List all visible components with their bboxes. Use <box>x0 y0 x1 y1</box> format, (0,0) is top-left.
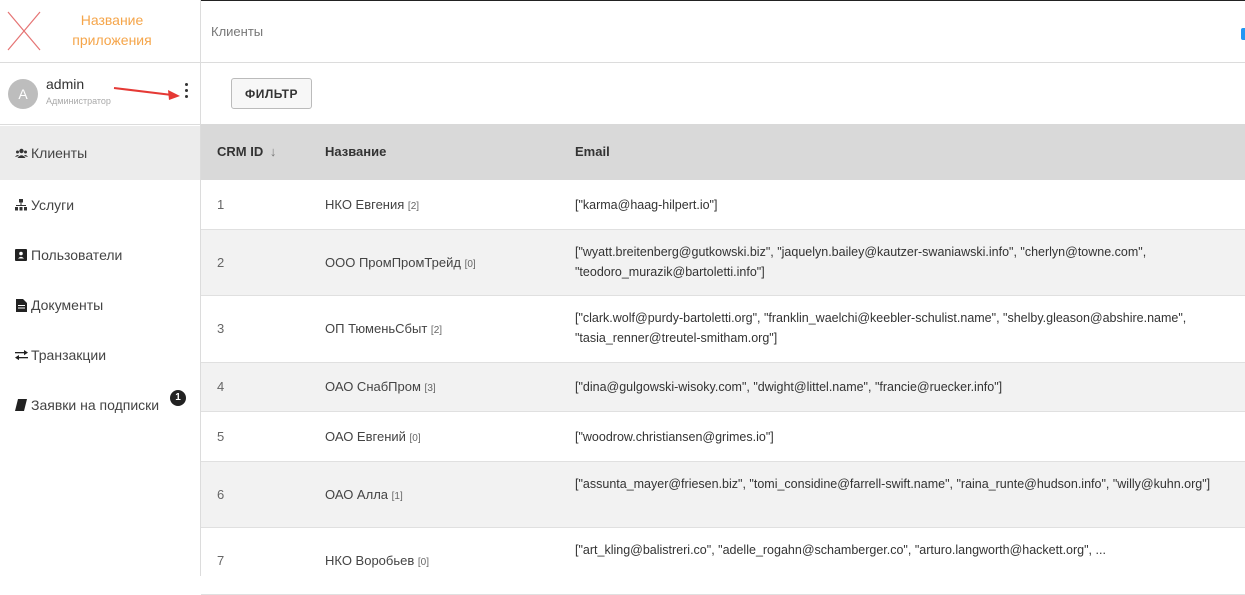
red-arrow-annotation <box>113 87 180 100</box>
filter-button[interactable]: ФИЛЬТР <box>231 78 312 109</box>
app-title: Название приложения <box>52 10 172 50</box>
client-count: [2] <box>430 325 443 336</box>
table-row[interactable]: 2 ООО ПромПромТрейд [0] ["wyatt.breitenb… <box>201 230 1245 296</box>
column-header-label: CRM ID <box>217 144 264 159</box>
sidebar-item-label: Транзакции <box>31 347 107 363</box>
app-title-line1: Название <box>80 12 144 28</box>
page-title: Клиенты <box>211 24 264 39</box>
sidebar-nav: Клиенты Услуги Пользователи Документы Тр… <box>0 126 200 430</box>
client-count: [0] <box>464 259 476 270</box>
cell-email: ["wyatt.breitenberg@gutkowski.biz", "jaq… <box>575 245 1147 279</box>
user-role: Администратор <box>46 96 111 106</box>
cell-email: ["karma@haag-hilpert.io"] <box>575 198 718 212</box>
sidebar-item-label: Пользователи <box>31 247 123 263</box>
table-header: CRM ID ↓ Название Email <box>201 124 1245 180</box>
file-icon <box>14 298 28 312</box>
cell-email: ["dina@gulgowski-wisoky.com", "dwight@li… <box>575 380 1003 394</box>
user-panel: A admin Администратор <box>0 62 200 125</box>
sidebar-item-clients[interactable]: Клиенты <box>0 126 200 180</box>
sidebar-item-label: Документы <box>31 297 104 313</box>
clients-table: CRM ID ↓ Название Email 1 НКО Евгения [2… <box>201 124 1245 595</box>
cell-name[interactable]: ОАО Евгений [0] <box>325 429 421 444</box>
book-icon <box>14 398 28 412</box>
client-count: [0] <box>417 557 430 568</box>
table-row[interactable]: 6 ОАО Алла [1] ["assunta_mayer@friesen.b… <box>201 462 1245 528</box>
users-icon <box>14 146 28 160</box>
cell-name[interactable]: НКО Воробьев [0] <box>325 553 429 568</box>
cell-crm-id: 6 <box>217 487 225 502</box>
app-logo[interactable]: Название приложения <box>0 0 200 63</box>
client-count: [1] <box>391 491 403 502</box>
table-row[interactable]: 5 ОАО Евгений [0] ["woodrow.christiansen… <box>201 412 1245 462</box>
column-header-crm-id[interactable]: CRM ID ↓ <box>217 144 276 159</box>
sidebar-item-transactions[interactable]: Транзакции <box>0 330 200 380</box>
client-name: ОП ТюменьСбыт <box>325 321 428 336</box>
client-name: НКО Воробьев <box>325 553 415 568</box>
sitemap-icon <box>14 198 28 212</box>
cell-name[interactable]: ОАО Алла [1] <box>325 487 403 502</box>
column-header-email[interactable]: Email <box>575 144 610 159</box>
sidebar-item-subscriptions[interactable]: Заявки на подписки 1 <box>0 380 200 430</box>
cell-email: ["art_kling@balistreri.co", "adelle_roga… <box>575 543 1106 557</box>
exchange-icon <box>14 348 28 362</box>
table-row[interactable]: 3 ОП ТюменьСбыт [2] ["clark.wolf@purdy-b… <box>201 296 1245 363</box>
client-count: [0] <box>409 433 421 444</box>
table-row[interactable]: 1 НКО Евгения [2] ["karma@haag-hilpert.i… <box>201 180 1245 230</box>
cell-email: ["woodrow.christiansen@grimes.io"] <box>575 430 774 444</box>
cell-email: ["clark.wolf@purdy-bartoletti.org", "fra… <box>575 311 1187 345</box>
client-count: [3] <box>424 383 436 394</box>
cell-crm-id: 5 <box>217 429 225 444</box>
column-header-name[interactable]: Название <box>325 144 386 159</box>
table-body: 1 НКО Евгения [2] ["karma@haag-hilpert.i… <box>201 180 1245 595</box>
client-name: ООО ПромПромТрейд <box>325 255 461 270</box>
sidebar-item-label: Клиенты <box>31 145 88 161</box>
address-card-icon <box>14 248 28 262</box>
client-name: ОАО Алла <box>325 487 389 502</box>
cell-crm-id: 2 <box>217 255 225 270</box>
cell-name[interactable]: НКО Евгения [2] <box>325 197 419 212</box>
client-name: НКО Евгения <box>325 197 405 212</box>
sidebar-item-label: Заявки на подписки <box>31 397 160 413</box>
user-name: admin <box>46 76 85 92</box>
cell-name[interactable]: ОАО СнабПром [3] <box>325 379 436 394</box>
table-row[interactable]: 4 ОАО СнабПром [3] ["dina@gulgowski-wiso… <box>201 363 1245 412</box>
cell-crm-id: 3 <box>217 321 225 336</box>
sort-arrow-icon: ↓ <box>269 144 277 159</box>
sidebar-item-documents[interactable]: Документы <box>0 280 200 330</box>
cell-name[interactable]: ООО ПромПромТрейд [0] <box>325 255 476 270</box>
notification-badge: 1 <box>170 390 186 406</box>
cell-crm-id: 1 <box>217 197 225 212</box>
cell-crm-id: 4 <box>217 379 225 394</box>
app-title-line2: приложения <box>72 32 152 48</box>
header: Клиенты <box>201 0 1245 63</box>
sidebar: Название приложения A admin Администрато… <box>0 0 201 576</box>
client-name: ОАО СнабПром <box>325 379 421 394</box>
more-vert-icon[interactable] <box>180 80 192 106</box>
avatar[interactable]: A <box>8 79 38 109</box>
sidebar-item-services[interactable]: Услуги <box>0 180 200 230</box>
broken-image-icon <box>7 11 41 51</box>
client-name: ОАО Евгений <box>325 429 406 444</box>
cell-email: ["assunta_mayer@friesen.biz", "tomi_cons… <box>575 477 1211 491</box>
sidebar-item-label: Услуги <box>31 197 75 213</box>
table-row[interactable]: 7 НКО Воробьев [0] ["art_kling@balistrer… <box>201 528 1245 595</box>
cell-crm-id: 7 <box>217 553 225 568</box>
client-count: [2] <box>407 201 420 212</box>
scroll-indicator <box>1241 28 1245 40</box>
sidebar-item-users[interactable]: Пользователи <box>0 230 200 280</box>
cell-name[interactable]: ОП ТюменьСбыт [2] <box>325 321 442 336</box>
